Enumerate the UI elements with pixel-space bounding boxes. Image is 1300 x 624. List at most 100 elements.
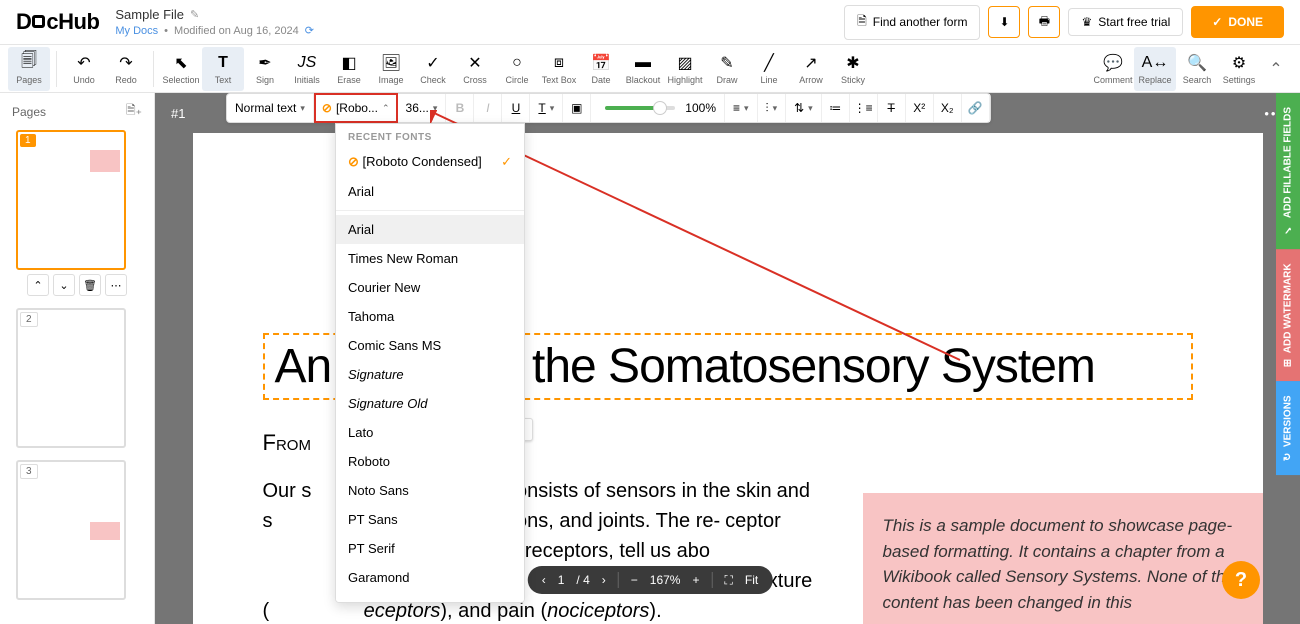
collapse-toolbar[interactable]: ⌃	[1260, 53, 1292, 85]
cross-tool[interactable]: ✕Cross	[454, 47, 496, 91]
print-icon: 🖶	[1039, 12, 1050, 33]
zoom-percent[interactable]: 167%	[650, 573, 681, 587]
pages-tool[interactable]: 🗐Pages	[8, 47, 50, 91]
number-list-button[interactable]: ≔	[822, 94, 850, 122]
thumbnail-2[interactable]: 2	[16, 308, 138, 448]
font-item-arial-recent[interactable]: Arial	[336, 177, 524, 206]
date-tool[interactable]: 📅Date	[580, 47, 622, 91]
comment-tool[interactable]: 💬 Comment	[1092, 47, 1134, 91]
redo-tool[interactable]: ↷Redo	[105, 47, 147, 91]
font-item-noto[interactable]: Noto Sans	[336, 476, 524, 505]
line-tool[interactable]: ╱Line	[748, 47, 790, 91]
image-tool[interactable]: 🖼Image	[370, 47, 412, 91]
calendar-icon: 📅	[591, 53, 611, 73]
thumbnail-3[interactable]: 3	[16, 460, 138, 600]
draw-tool[interactable]: ✎Draw	[706, 47, 748, 91]
highlight-tool[interactable]: ▨Highlight	[664, 47, 706, 91]
font-family-select[interactable]: ⊘[Robo...⌃	[314, 93, 398, 123]
edit-name-icon[interactable]: ✎	[190, 8, 199, 21]
settings-tool[interactable]: ⚙Settings	[1218, 47, 1260, 91]
move-up-button[interactable]: ⌃	[27, 274, 49, 296]
prev-page-icon[interactable]: ‹	[542, 573, 546, 587]
my-docs-link[interactable]: My Docs	[115, 25, 158, 37]
fill-color-button[interactable]: ▣	[563, 94, 591, 122]
comment-icon: 💬	[1103, 53, 1123, 73]
thumbnail-1[interactable]: 1 ⌃ ⌄ 🗑 ⋯	[16, 130, 138, 296]
zoom-in-icon[interactable]: +	[692, 573, 699, 587]
page-tab[interactable]: #1	[171, 106, 185, 121]
underline-button[interactable]: U	[502, 94, 530, 122]
font-item-signature-old[interactable]: Signature Old	[336, 389, 524, 418]
move-down-button[interactable]: ⌄	[53, 274, 75, 296]
bullet-list-button[interactable]: ⋮≡	[850, 94, 878, 122]
text-style-select[interactable]: Normal text▾	[227, 94, 314, 122]
thumbnails: 1 ⌃ ⌄ 🗑 ⋯ 2 3	[0, 130, 154, 624]
initials-tool[interactable]: JSInitials	[286, 47, 328, 91]
textbox-icon: ⧈	[554, 53, 564, 73]
replace-tool[interactable]: A↔Replace	[1134, 47, 1176, 91]
undo-label: Undo	[73, 75, 95, 85]
align-button[interactable]: ≡▾	[725, 94, 758, 122]
fit-button[interactable]: Fit	[745, 573, 758, 587]
font-item-times[interactable]: Times New Roman	[336, 244, 524, 273]
current-page[interactable]: 1	[558, 573, 565, 587]
callout-text: This is a sample document to showcase pa…	[883, 516, 1235, 612]
done-button[interactable]: ✓ DONE	[1191, 6, 1284, 38]
help-button[interactable]: ?	[1222, 561, 1260, 599]
bold-button[interactable]: B	[446, 94, 474, 122]
circle-tool[interactable]: ○Circle	[496, 47, 538, 91]
font-item-ptsans[interactable]: PT Sans	[336, 505, 524, 534]
font-item-lato[interactable]: Lato	[336, 418, 524, 447]
font-item-roboto-condensed[interactable]: ⊘ [Roboto Condensed]✓	[336, 147, 524, 177]
clear-format-button[interactable]: T	[878, 94, 906, 122]
undo-tool[interactable]: ↶Undo	[63, 47, 105, 91]
download-button[interactable]: ⬇	[988, 6, 1020, 38]
blackout-tool[interactable]: ▬Blackout	[622, 47, 664, 91]
add-page-icon[interactable]: 🗎₊	[126, 101, 142, 122]
versions-tab[interactable]: ↻VERSIONS	[1276, 381, 1300, 475]
delete-page-button[interactable]: 🗑	[79, 274, 101, 296]
font-item-ptserif[interactable]: PT Serif	[336, 534, 524, 563]
font-item-signature[interactable]: Signature	[336, 360, 524, 389]
file-name[interactable]: Sample File	[115, 7, 184, 22]
add-fields-tab[interactable]: ✓ADD FILLABLE FIELDS	[1276, 93, 1300, 249]
check-tool[interactable]: ✓Check	[412, 47, 454, 91]
link-button[interactable]: 🔗	[962, 94, 990, 122]
subscript-button[interactable]: X₂	[934, 94, 962, 122]
add-watermark-tab[interactable]: ⊞ADD WATERMARK	[1276, 249, 1300, 381]
font-item-opensans[interactable]: Open Sans	[336, 592, 524, 603]
print-button[interactable]: 🖶	[1028, 6, 1060, 38]
slider-thumb[interactable]	[653, 101, 667, 115]
sign-tool[interactable]: ✒Sign	[244, 47, 286, 91]
search-tool[interactable]: 🔍Search	[1176, 47, 1218, 91]
font-item-garamond[interactable]: Garamond	[336, 563, 524, 592]
font-item-comic[interactable]: Comic Sans MS	[336, 331, 524, 360]
sync-icon[interactable]: ⟳	[305, 24, 314, 37]
textbox-tool[interactable]: ⧈Text Box	[538, 47, 580, 91]
comment-label: Comment	[1093, 75, 1132, 85]
font-item-roboto[interactable]: Roboto	[336, 447, 524, 476]
font-dropdown[interactable]: RECENT FONTS ⊘ [Roboto Condensed]✓ Arial…	[335, 123, 525, 603]
arrow-tool[interactable]: ↗Arrow	[790, 47, 832, 91]
italic-button[interactable]: I	[474, 94, 502, 122]
font-item-tahoma[interactable]: Tahoma	[336, 302, 524, 331]
opacity-control[interactable]: 100%	[591, 94, 725, 122]
erase-tool[interactable]: ◧Erase	[328, 47, 370, 91]
line-spacing-button[interactable]: ⇅▾	[786, 94, 822, 122]
sticky-tool[interactable]: ✱Sticky	[832, 47, 874, 91]
selection-tool[interactable]: ⬉Selection	[160, 47, 202, 91]
next-page-icon[interactable]: ›	[602, 573, 606, 587]
find-form-button[interactable]: 🗎 Find another form	[844, 5, 980, 40]
font-item-arial[interactable]: Arial	[336, 215, 524, 244]
valign-button[interactable]: ⫶▾	[758, 94, 787, 122]
superscript-button[interactable]: X²	[906, 94, 934, 122]
text-tool[interactable]: TText	[202, 47, 244, 91]
text-color-button[interactable]: T▾	[530, 94, 563, 122]
logo[interactable]: DcHub	[16, 9, 99, 35]
font-size-select[interactable]: 36...▾	[398, 94, 447, 122]
opacity-slider[interactable]	[605, 106, 675, 110]
font-item-courier[interactable]: Courier New	[336, 273, 524, 302]
more-button[interactable]: ⋯	[105, 274, 127, 296]
start-trial-button[interactable]: ♛ Start free trial	[1068, 8, 1183, 36]
zoom-out-icon[interactable]: −	[631, 573, 638, 587]
